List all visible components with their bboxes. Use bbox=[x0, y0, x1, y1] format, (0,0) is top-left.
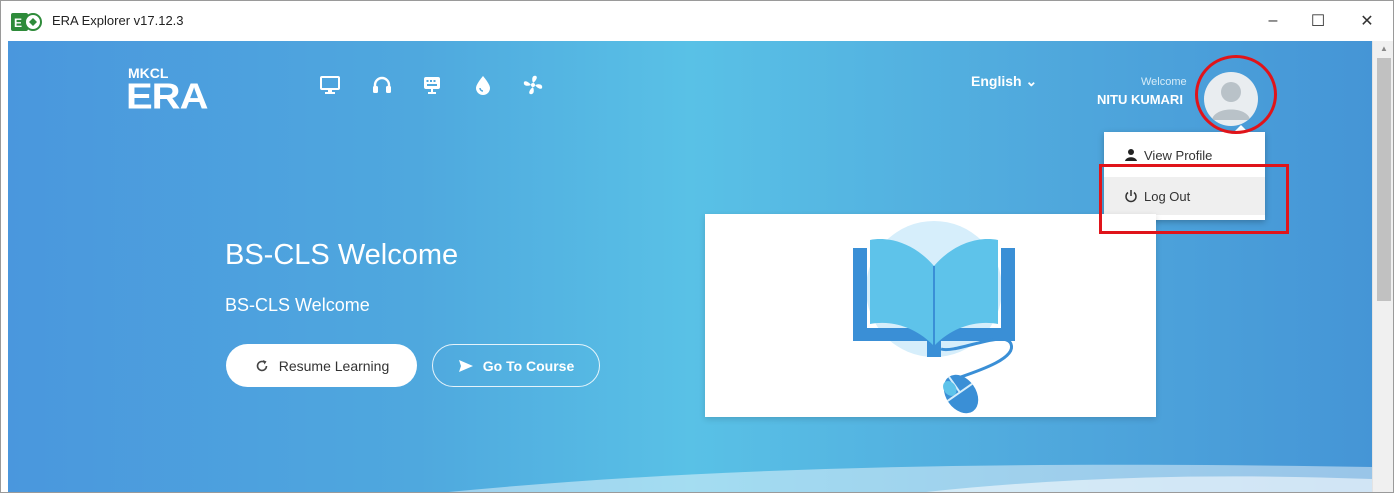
drop-icon[interactable] bbox=[472, 74, 494, 96]
send-icon bbox=[458, 359, 473, 372]
minimize-button[interactable]: – bbox=[1259, 11, 1287, 31]
hero-title: BS-CLS Welcome bbox=[225, 239, 459, 271]
log-out-highlight-box bbox=[1099, 164, 1289, 234]
vertical-scrollbar[interactable]: ▲ bbox=[1372, 41, 1393, 492]
svg-text:E: E bbox=[14, 16, 22, 30]
refresh-icon bbox=[256, 359, 268, 371]
main-content: MKCL ERA English ⌄ Welcome NITU KUMARI V… bbox=[8, 41, 1372, 492]
maximize-button[interactable]: ☐ bbox=[1304, 11, 1332, 31]
headphones-icon[interactable] bbox=[371, 74, 393, 96]
open-book-mouse-illustration bbox=[853, 221, 1015, 414]
course-illustration-card bbox=[705, 214, 1156, 417]
era-app-icon: E bbox=[11, 13, 42, 31]
user-name: NITU KUMARI bbox=[1097, 92, 1183, 107]
resume-learning-button[interactable]: Resume Learning bbox=[226, 344, 417, 387]
monitor-icon[interactable] bbox=[319, 74, 341, 96]
app-window: E ERA Explorer v17.12.3 – ☐ ✕ MKCL ERA E… bbox=[0, 0, 1394, 493]
fan-icon[interactable] bbox=[522, 74, 544, 96]
logo-era-text: ERA bbox=[126, 77, 208, 117]
resume-learning-label: Resume Learning bbox=[278, 357, 390, 374]
scroll-thumb[interactable] bbox=[1377, 58, 1391, 301]
go-to-course-button[interactable]: Go To Course bbox=[432, 344, 600, 387]
window-title: ERA Explorer v17.12.3 bbox=[52, 13, 184, 28]
avatar-highlight-ring bbox=[1195, 55, 1277, 134]
language-selector[interactable]: English ⌄ bbox=[971, 73, 1037, 90]
scroll-up-arrow-icon[interactable]: ▲ bbox=[1380, 44, 1388, 53]
keyboard-icon[interactable] bbox=[421, 74, 443, 96]
welcome-label: Welcome bbox=[1141, 76, 1187, 88]
background-wave bbox=[448, 464, 1372, 492]
person-icon bbox=[1125, 149, 1137, 161]
go-to-course-label: Go To Course bbox=[482, 357, 575, 374]
view-profile-label: View Profile bbox=[1144, 147, 1213, 163]
hero-subtitle: BS-CLS Welcome bbox=[225, 295, 370, 315]
close-button[interactable]: ✕ bbox=[1353, 11, 1381, 31]
title-bar: E ERA Explorer v17.12.3 – ☐ ✕ bbox=[1, 1, 1393, 41]
